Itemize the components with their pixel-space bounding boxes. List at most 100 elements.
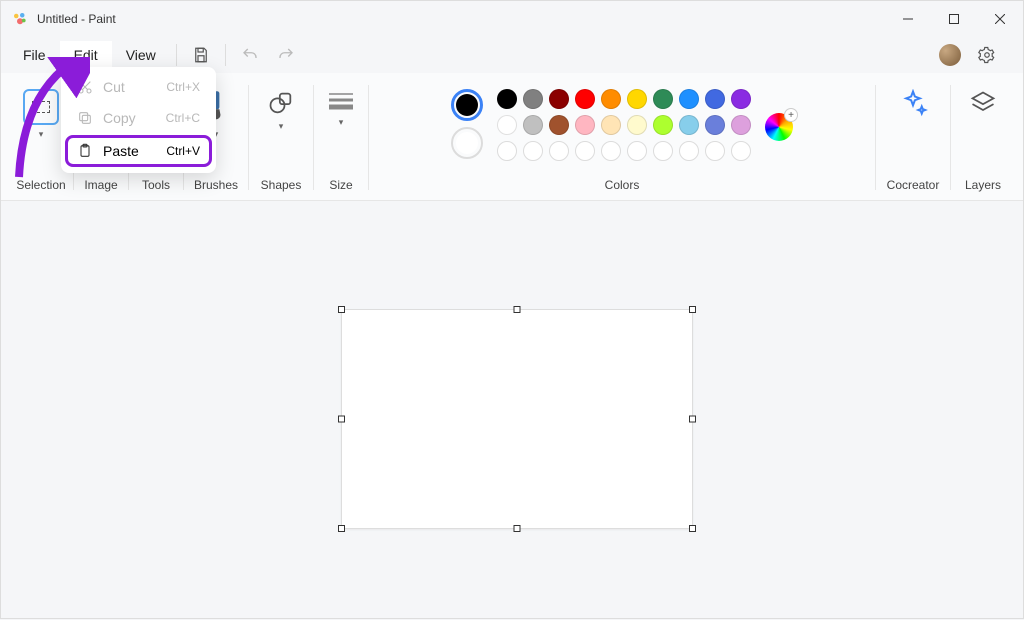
color-swatch[interactable] [679,115,699,135]
canvas[interactable] [341,309,693,529]
tools-label: Tools [142,178,170,196]
colors-label: Colors [605,178,640,196]
cocreator-label: Cocreator [887,178,940,196]
empty-swatch[interactable] [653,141,673,161]
divider [950,85,951,190]
layers-button[interactable] [961,83,1005,123]
cut-label: Cut [103,79,125,95]
color-swatch[interactable] [679,89,699,109]
menu-copy[interactable]: Copy Ctrl+C [65,103,212,133]
redo-icon[interactable] [268,37,304,73]
color-swatch[interactable] [705,115,725,135]
edit-dropdown: Cut Ctrl+X Copy Ctrl+C Paste Ctrl+V [61,67,216,173]
group-cocreator: Cocreator [878,75,948,200]
group-layers: Layers [953,75,1013,200]
user-avatar[interactable] [939,44,961,66]
copy-shortcut: Ctrl+C [166,111,200,125]
color-swatch[interactable] [627,89,647,109]
selection-label: Selection [16,178,65,196]
color-swatch[interactable] [705,89,725,109]
paste-icon [77,143,93,159]
color-swatch[interactable] [601,115,621,135]
window-title: Untitled - Paint [37,12,116,26]
resize-handle[interactable] [514,525,521,532]
menu-cut[interactable]: Cut Ctrl+X [65,72,212,102]
color-palette [497,89,751,161]
window-controls [885,1,1023,37]
resize-handle[interactable] [338,525,345,532]
color-swatch[interactable] [653,115,673,135]
group-shapes: ▾ Shapes [251,75,311,200]
cut-icon [77,79,93,95]
chevron-down-icon: ▾ [39,129,44,140]
divider [875,85,876,190]
color-swatch[interactable] [497,89,517,109]
resize-handle[interactable] [689,416,696,423]
close-button[interactable] [977,1,1023,37]
title-bar: Untitled - Paint [1,1,1023,37]
empty-swatch[interactable] [731,141,751,161]
size-tool[interactable]: ▾ [319,83,363,134]
empty-swatch[interactable] [679,141,699,161]
minimize-button[interactable] [885,1,931,37]
shapes-label: Shapes [261,178,302,196]
layers-label: Layers [965,178,1001,196]
resize-handle[interactable] [338,306,345,313]
color2-button[interactable] [451,127,483,159]
divider [225,44,226,66]
copy-icon [77,110,93,126]
color-swatch[interactable] [627,115,647,135]
color-swatch[interactable] [549,89,569,109]
undo-icon[interactable] [232,37,268,73]
canvas-area[interactable] [1,201,1023,620]
empty-swatch[interactable] [705,141,725,161]
resize-handle[interactable] [689,525,696,532]
empty-swatch[interactable] [549,141,569,161]
color-swatch[interactable] [731,115,751,135]
chevron-down-icon: ▾ [279,121,284,132]
menu-edit[interactable]: Edit [60,41,112,69]
color-swatch[interactable] [549,115,569,135]
app-icon [11,10,29,28]
color-swatch[interactable] [497,115,517,135]
empty-swatch[interactable] [523,141,543,161]
paste-label: Paste [103,143,139,159]
copy-label: Copy [103,110,136,126]
color-swatch[interactable] [523,89,543,109]
color-swatch[interactable] [653,89,673,109]
resize-handle[interactable] [514,306,521,313]
empty-swatch[interactable] [575,141,595,161]
chevron-down-icon: ▾ [339,117,344,128]
shapes-tool[interactable]: ▾ [259,83,303,138]
cut-shortcut: Ctrl+X [166,80,200,94]
color-swatch[interactable] [575,89,595,109]
color-swatch[interactable] [601,89,621,109]
paste-shortcut: Ctrl+V [166,144,200,158]
group-size: ▾ Size [316,75,366,200]
divider [248,85,249,190]
group-colors: + Colors [371,75,873,200]
cocreator-button[interactable] [890,83,936,125]
brushes-label: Brushes [194,178,238,196]
divider [176,44,177,66]
empty-swatch[interactable] [601,141,621,161]
color1-button[interactable] [451,89,483,121]
resize-handle[interactable] [338,416,345,423]
divider [313,85,314,190]
empty-swatch[interactable] [497,141,517,161]
empty-swatch[interactable] [627,141,647,161]
divider [368,85,369,190]
image-label: Image [84,178,117,196]
resize-handle[interactable] [689,306,696,313]
menu-file[interactable]: File [9,41,60,69]
edit-colors-button[interactable]: + [765,113,793,141]
menu-view[interactable]: View [112,41,170,69]
color-swatch[interactable] [575,115,595,135]
settings-icon[interactable] [969,37,1005,73]
color-swatch[interactable] [523,115,543,135]
selection-tool[interactable]: ▾ [15,83,67,146]
maximize-button[interactable] [931,1,977,37]
color-swatch[interactable] [731,89,751,109]
menu-paste[interactable]: Paste Ctrl+V [65,135,212,167]
size-label: Size [329,178,352,196]
